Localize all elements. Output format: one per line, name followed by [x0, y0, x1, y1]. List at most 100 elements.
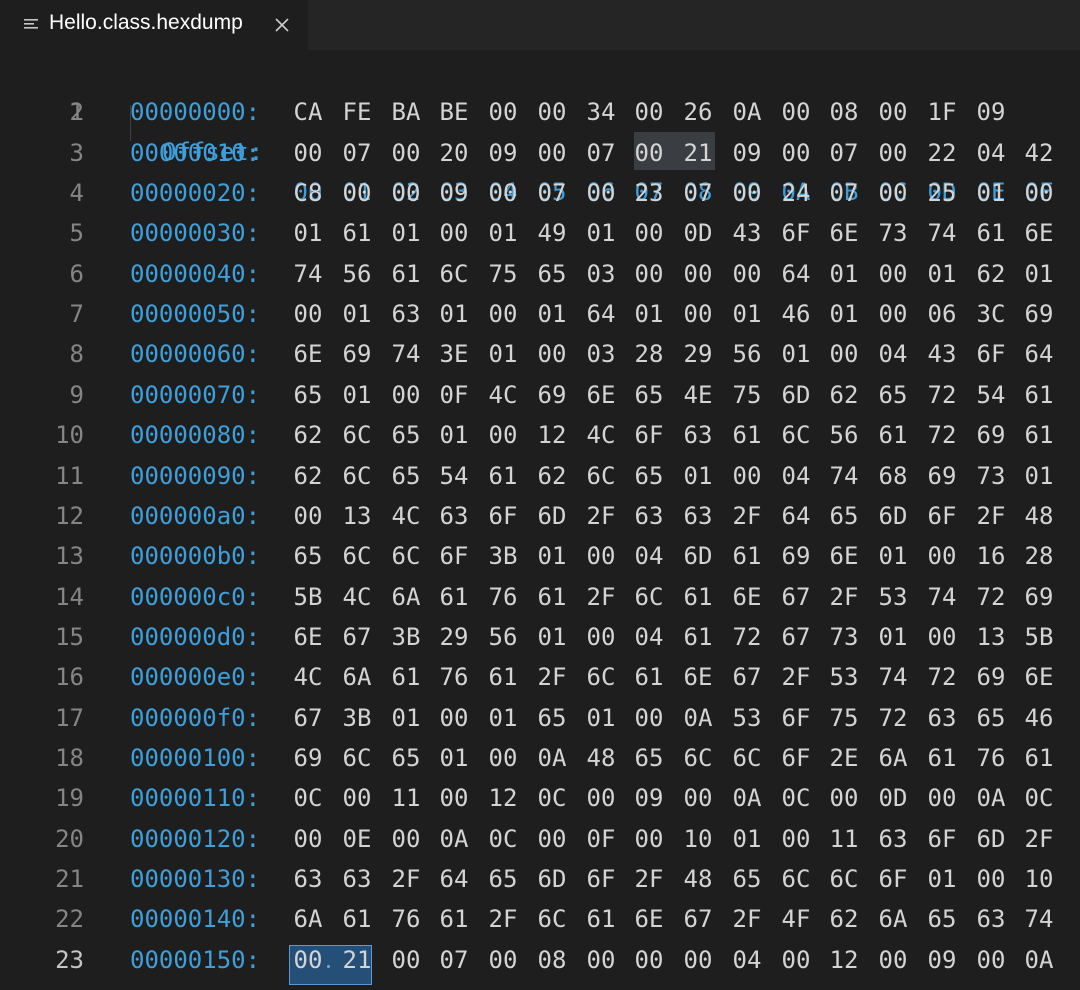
hex-byte[interactable]: 61	[434, 577, 474, 617]
hex-byte[interactable]: 00	[288, 294, 328, 334]
hex-byte[interactable]: 69	[922, 456, 962, 496]
hex-byte[interactable]: 04	[727, 940, 767, 980]
hex-byte[interactable]: 09	[922, 940, 962, 980]
hex-byte[interactable]: 01	[337, 294, 377, 334]
hex-byte[interactable]: 01	[873, 617, 913, 657]
hex-byte[interactable]: 54	[434, 456, 474, 496]
hex-byte[interactable]: 6F	[873, 859, 913, 899]
hex-line[interactable]: 18 00000100: 69 6C 65 01 00 0A 48 65 6C 6C 6F 2E 6A 61 7…	[0, 738, 1080, 778]
hex-byte[interactable]: 3B	[386, 617, 426, 657]
hex-line[interactable]: 6 00000040: 74 56 61 6C 75 65 03 00 00 00 64 01 00 01 62…	[0, 254, 1080, 294]
hex-byte[interactable]: 42	[1019, 133, 1059, 173]
hex-byte[interactable]: 11	[386, 778, 426, 818]
hex-byte[interactable]: 72	[922, 375, 962, 415]
hex-byte[interactable]: 61	[337, 899, 377, 939]
hex-byte[interactable]: 2F	[727, 496, 767, 536]
hex-byte[interactable]: 12	[532, 415, 572, 455]
hex-byte[interactable]: 6F	[971, 334, 1011, 374]
hex-byte[interactable]: 00	[824, 334, 864, 374]
hex-byte[interactable]: 4C	[483, 375, 523, 415]
hex-byte[interactable]: 0A	[971, 778, 1011, 818]
hex-byte[interactable]: 53	[727, 698, 767, 738]
hex-byte[interactable]: 61	[337, 213, 377, 253]
hex-byte[interactable]: 4C	[337, 577, 377, 617]
hex-byte[interactable]: 20	[434, 133, 474, 173]
hex-byte[interactable]: 07	[824, 173, 864, 213]
hex-byte[interactable]: 0A	[678, 698, 718, 738]
hex-byte[interactable]: 61	[386, 254, 426, 294]
hex-byte[interactable]: 76	[434, 657, 474, 697]
hex-byte[interactable]: 53	[824, 657, 864, 697]
hex-byte[interactable]: 65	[386, 415, 426, 455]
hex-byte[interactable]: 00	[532, 819, 572, 859]
hex-byte[interactable]: 01	[824, 294, 864, 334]
hex-byte[interactable]: 13	[971, 617, 1011, 657]
hex-byte[interactable]: 0A	[727, 778, 767, 818]
hex-byte[interactable]: 00	[1019, 173, 1059, 213]
hex-byte[interactable]: 2F	[1019, 819, 1059, 859]
hex-byte[interactable]: 76	[386, 899, 426, 939]
hex-byte[interactable]: 01	[483, 334, 523, 374]
hex-byte[interactable]: 72	[922, 657, 962, 697]
hex-byte[interactable]: 16	[971, 536, 1011, 576]
hex-byte[interactable]: 00	[581, 617, 621, 657]
hex-byte[interactable]: 0A	[434, 819, 474, 859]
hex-byte[interactable]: 67	[337, 617, 377, 657]
hex-byte[interactable]: 6D	[873, 496, 913, 536]
hex-line[interactable]: 10 00000080: 62 6C 65 01 00 12 4C 6F 63 61 6C 56 61 72 6…	[0, 415, 1080, 455]
hex-byte[interactable]: 61	[727, 415, 767, 455]
hex-byte[interactable]: 09	[727, 133, 767, 173]
hex-byte[interactable]: 0F	[581, 819, 621, 859]
hex-byte[interactable]: 13	[337, 496, 377, 536]
hex-byte[interactable]: 65	[386, 738, 426, 778]
hex-byte[interactable]: 00	[386, 940, 426, 980]
hex-byte[interactable]: 6E	[629, 899, 669, 939]
hex-line[interactable]: 14 000000c0: 5B 4C 6A 61 76 61 2F 6C 61 6E 67 2F 53 74 7…	[0, 577, 1080, 617]
hex-line[interactable]: 5 00000030: 01 61 01 00 01 49 01 00 0D 43 6F 6E 73 74 61…	[0, 213, 1080, 253]
hex-byte[interactable]: 63	[386, 294, 426, 334]
hex-line[interactable]: 9 00000070: 65 01 00 0F 4C 69 6E 65 4E 75 6D 62 65 72 54…	[0, 375, 1080, 415]
hex-byte[interactable]: 62	[288, 456, 328, 496]
hex-byte[interactable]: 64	[434, 859, 474, 899]
hex-byte[interactable]: 6D	[776, 375, 816, 415]
hex-byte[interactable]: 28	[1019, 536, 1059, 576]
hex-byte[interactable]: 00	[581, 536, 621, 576]
hex-byte[interactable]: 0A	[1019, 940, 1059, 980]
hex-byte[interactable]: 00	[971, 859, 1011, 899]
hex-byte[interactable]: 00	[288, 819, 328, 859]
hex-byte[interactable]: 72	[922, 415, 962, 455]
hex-byte[interactable]: 2F	[581, 496, 621, 536]
hex-byte[interactable]: 01	[727, 819, 767, 859]
hex-byte[interactable]: 00	[386, 173, 426, 213]
hex-byte[interactable]: 01	[971, 173, 1011, 213]
hex-byte[interactable]: 6F	[776, 738, 816, 778]
hex-byte[interactable]: 46	[776, 294, 816, 334]
hex-byte[interactable]: 00	[873, 940, 913, 980]
hex-byte[interactable]: 62	[532, 456, 572, 496]
hex-byte[interactable]: 74	[873, 657, 913, 697]
hex-byte[interactable]: 11	[824, 819, 864, 859]
hex-byte[interactable]: 00	[971, 940, 1011, 980]
hex-byte[interactable]: 61	[678, 617, 718, 657]
hex-byte[interactable]: 62	[824, 375, 864, 415]
hex-byte[interactable]: 73	[873, 213, 913, 253]
hex-byte[interactable]: 00	[678, 254, 718, 294]
hex-byte[interactable]: 01	[629, 294, 669, 334]
hex-byte[interactable]: 0F	[434, 375, 474, 415]
hex-byte[interactable]: 6E	[288, 334, 328, 374]
hex-byte[interactable]: 65	[873, 375, 913, 415]
hex-byte[interactable]: 00	[873, 294, 913, 334]
hex-byte[interactable]: 00	[776, 92, 816, 132]
hex-byte[interactable]: 65	[629, 456, 669, 496]
hex-byte[interactable]: 00	[873, 133, 913, 173]
hex-byte[interactable]: 04	[873, 334, 913, 374]
hex-byte[interactable]: 03	[581, 334, 621, 374]
hex-byte[interactable]: 0C	[483, 819, 523, 859]
hex-byte[interactable]: 6F	[629, 415, 669, 455]
hex-byte[interactable]: 2F	[824, 577, 864, 617]
hex-byte[interactable]: 07	[824, 133, 864, 173]
hex-line[interactable]: 19 00000110: 0C 00 11 00 12 0C 00 09 00 0A 0C 00 0D 00 0…	[0, 778, 1080, 818]
hex-byte[interactable]: 63	[629, 496, 669, 536]
hex-byte[interactable]: 69	[288, 738, 328, 778]
hex-byte[interactable]: 01	[922, 254, 962, 294]
